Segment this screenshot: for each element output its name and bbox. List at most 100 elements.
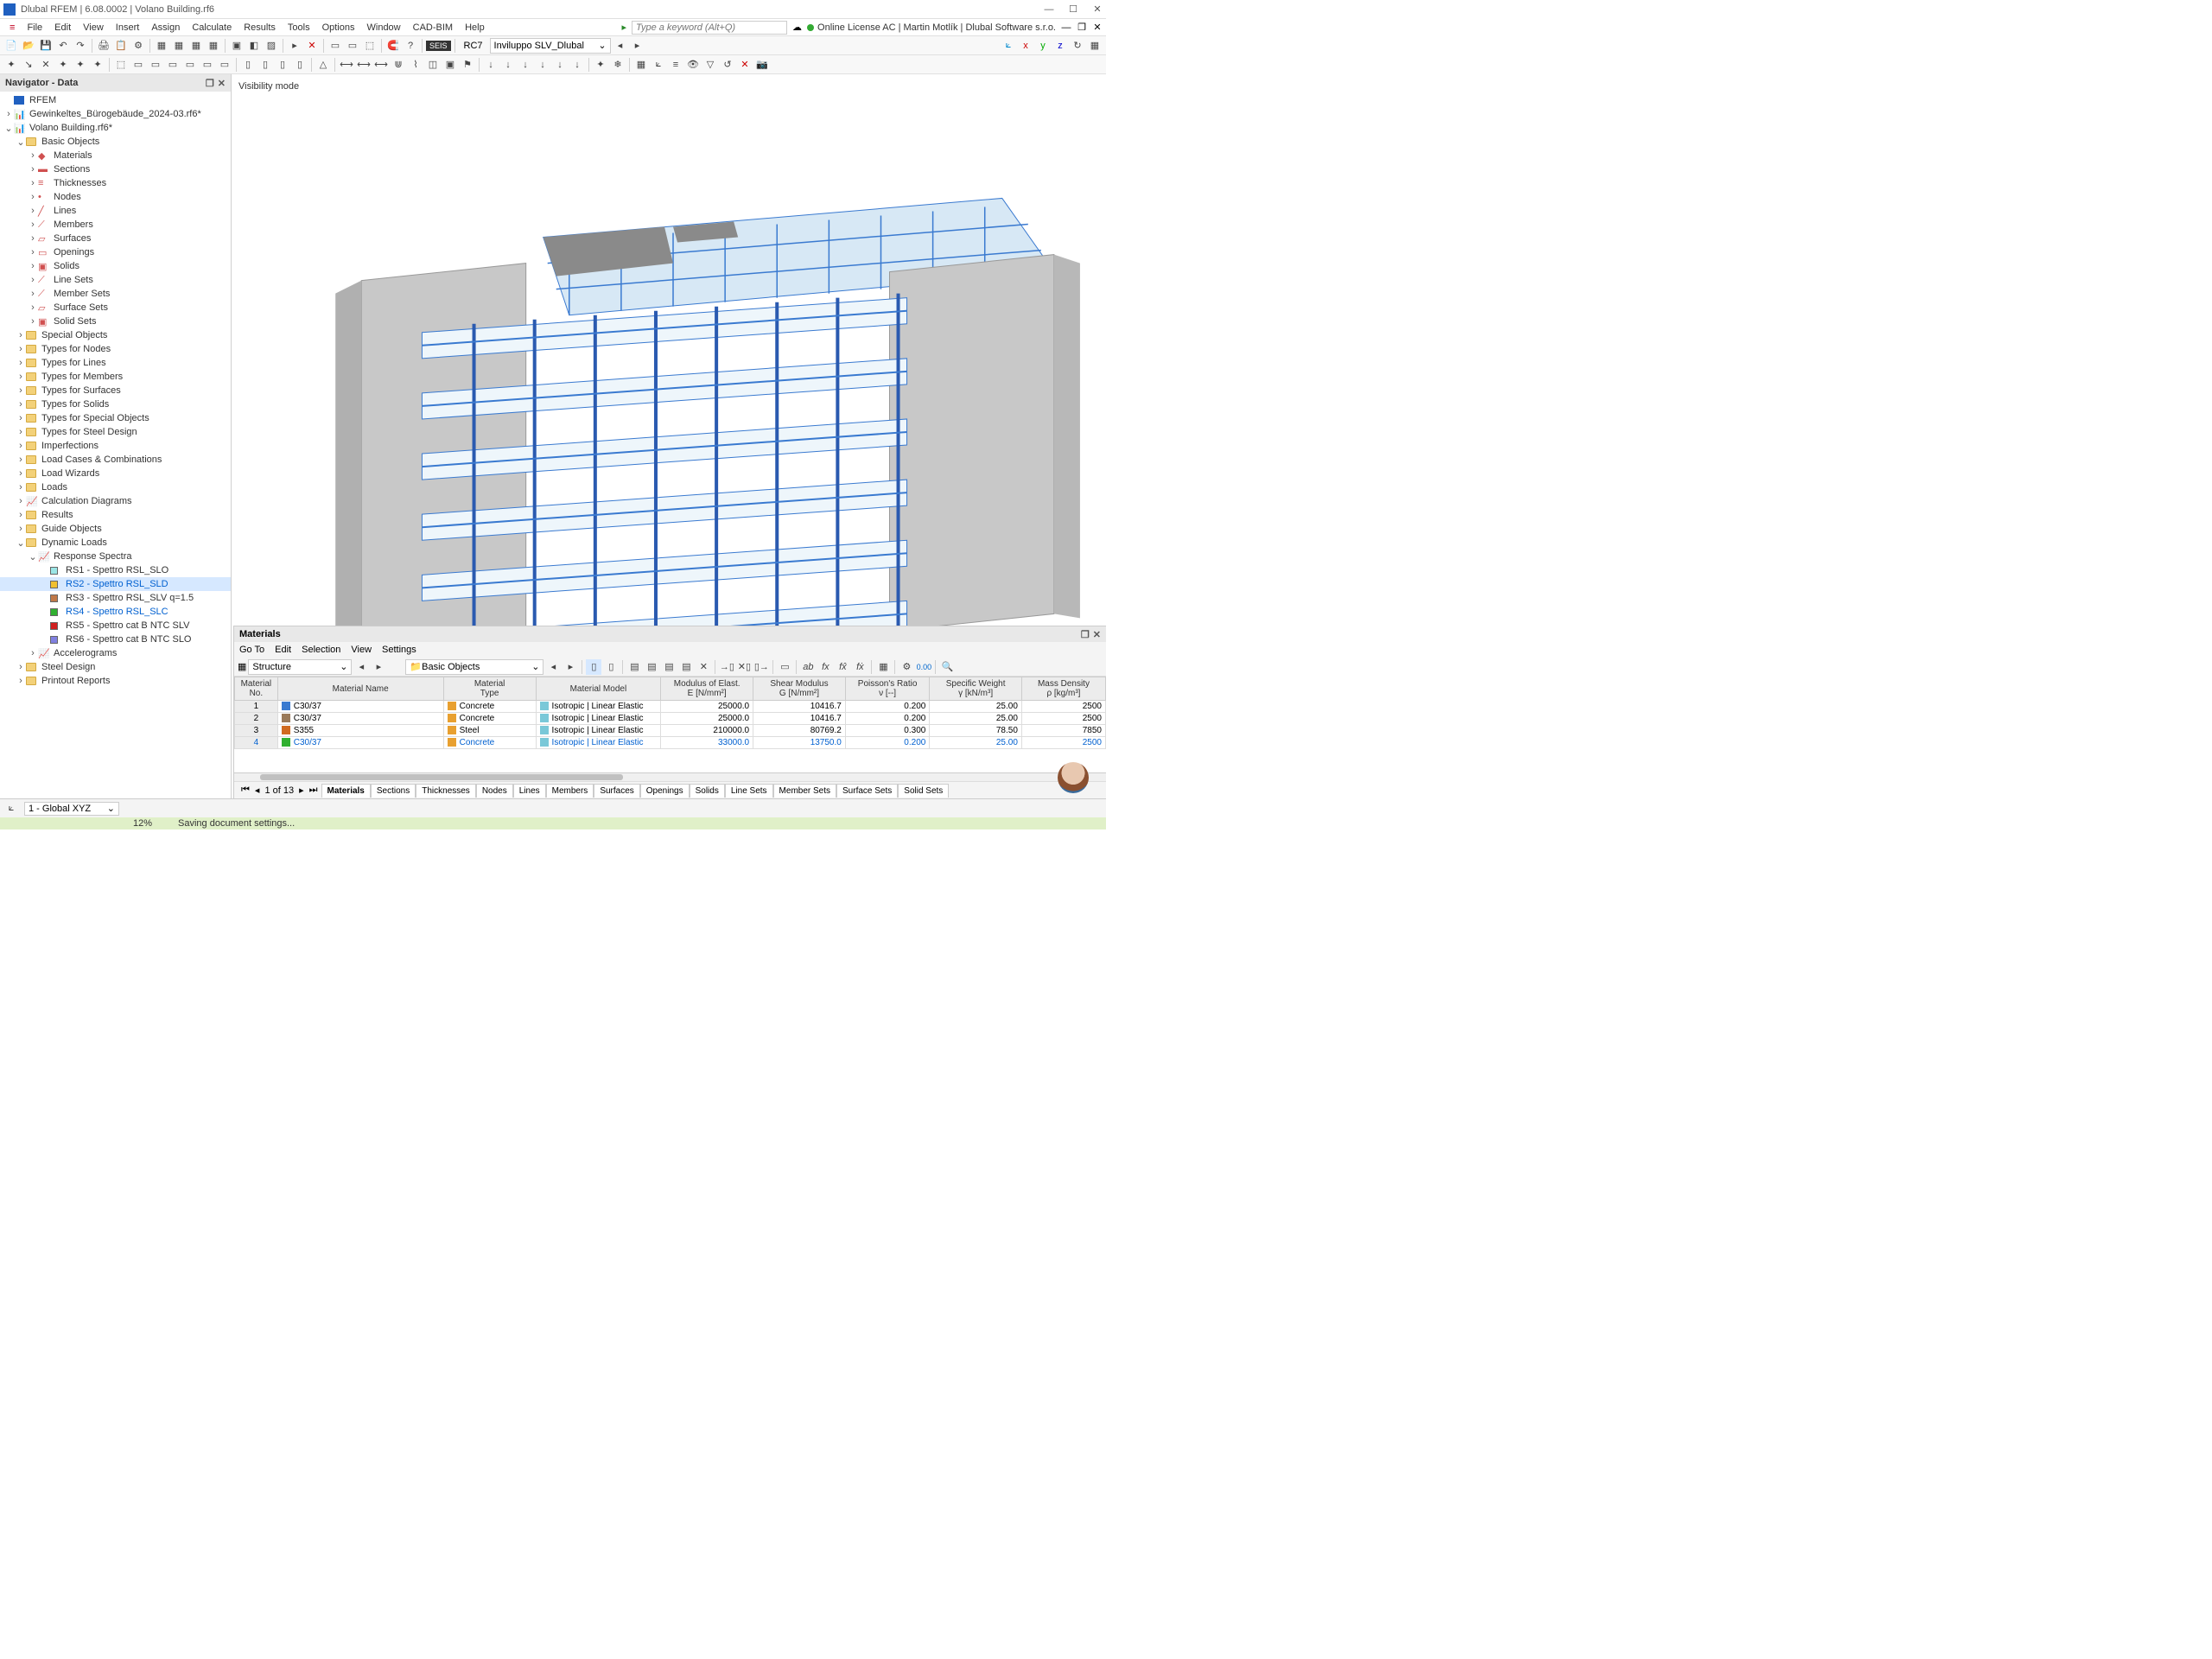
settings-icon[interactable]: ⚙ <box>130 38 146 54</box>
tool-a-icon[interactable]: ▭ <box>327 38 343 54</box>
t2-load5-icon[interactable]: ↓ <box>552 57 568 73</box>
tab-surfaces[interactable]: Surfaces <box>594 784 639 798</box>
t2-11-icon[interactable]: ▭ <box>182 57 198 73</box>
menu-help[interactable]: Help <box>459 21 491 35</box>
doc-close-icon[interactable]: ✕ <box>1092 22 1103 33</box>
tree-imperfections[interactable]: ›Imperfections <box>0 439 231 453</box>
t2-layers-icon[interactable]: ≡ <box>668 57 683 73</box>
panel-menu-selection[interactable]: Selection <box>302 645 340 655</box>
t2-14-icon[interactable]: ▯ <box>240 57 256 73</box>
panel-float-icon[interactable]: ❐ <box>206 78 214 89</box>
panel-menu-settings[interactable]: Settings <box>382 645 416 655</box>
tree-sections[interactable]: ›▬Sections <box>0 162 231 176</box>
grid2-icon[interactable]: ▦ <box>171 38 187 54</box>
tab-member-sets[interactable]: Member Sets <box>773 784 836 798</box>
t2-flag-icon[interactable]: ⚑ <box>460 57 475 73</box>
menu-edit[interactable]: Edit <box>48 21 77 35</box>
open-icon[interactable]: 📂 <box>21 38 36 54</box>
rc-combo[interactable]: Inviluppo SLV_Dlubal⌄ <box>490 38 611 54</box>
t2-prism-icon[interactable]: ▣ <box>442 57 458 73</box>
tree-volano-building-rf6-[interactable]: ⌄📊Volano Building.rf6* <box>0 121 231 135</box>
next-page-icon[interactable]: ▸ <box>299 785 304 796</box>
t2-wiz-icon[interactable]: ✦ <box>593 57 608 73</box>
panel-menu-view[interactable]: View <box>351 645 372 655</box>
tree-thicknesses[interactable]: ›≡Thicknesses <box>0 176 231 190</box>
tree-loads[interactable]: ›Loads <box>0 480 231 494</box>
redo-icon[interactable]: ↷ <box>73 38 88 54</box>
copy-icon[interactable]: 📋 <box>113 38 129 54</box>
next-icon[interactable]: ▸ <box>630 38 645 54</box>
bp-row1-icon[interactable]: ▤ <box>626 659 642 675</box>
tree-nodes[interactable]: ›•Nodes <box>0 190 231 204</box>
t2-03-icon[interactable]: ✕ <box>38 57 54 73</box>
tree-load-wizards[interactable]: ›Load Wizards <box>0 467 231 480</box>
t2-12-icon[interactable]: ▭ <box>200 57 215 73</box>
axis-xyz-icon[interactable]: ⟀ <box>1001 38 1016 54</box>
tab-surface-sets[interactable]: Surface Sets <box>836 784 898 798</box>
prev2-icon[interactable]: ◂ <box>545 659 561 675</box>
tab-solid-sets[interactable]: Solid Sets <box>898 784 949 798</box>
t2-load3-icon[interactable]: ↓ <box>518 57 533 73</box>
panel-close-icon[interactable]: ✕ <box>1093 629 1101 640</box>
bp-sel2-icon[interactable]: ▯ <box>603 659 619 675</box>
t2-vis-icon[interactable]: 👁 <box>685 57 701 73</box>
tree-printout-reports[interactable]: ›Printout Reports <box>0 674 231 688</box>
tab-thicknesses[interactable]: Thicknesses <box>416 784 476 798</box>
tree-basic-objects[interactable]: ⌄Basic Objects <box>0 135 231 149</box>
t2-load4-icon[interactable]: ↓ <box>535 57 550 73</box>
grid4-icon[interactable]: ▦ <box>206 38 221 54</box>
bp-win-icon[interactable]: ▭ <box>777 659 792 675</box>
t2-support-icon[interactable]: △ <box>315 57 331 73</box>
tree-types-for-nodes[interactable]: ›Types for Nodes <box>0 342 231 356</box>
menu-options[interactable]: Options <box>316 21 361 35</box>
tree-rs6-spettro-cat-b-ntc-slo[interactable]: RS6 - Spettro cat B NTC SLO <box>0 632 231 646</box>
doc-restore-icon[interactable]: ❐ <box>1077 22 1087 33</box>
t2-dim3-icon[interactable]: ⟷ <box>373 57 389 73</box>
bp-exp-icon[interactable]: ▯→ <box>753 659 769 675</box>
bp-fx1-icon[interactable]: ab <box>800 659 816 675</box>
menu-file[interactable]: File <box>21 21 48 35</box>
materials-table[interactable]: MaterialNo.Material NameMaterialTypeMate… <box>234 677 1106 772</box>
bp-unit-icon[interactable]: ⚙ <box>899 659 914 675</box>
magnet-icon[interactable]: 🧲 <box>385 38 401 54</box>
tree-materials[interactable]: ›◆Materials <box>0 149 231 162</box>
tree-rs3-spettro-rsl-slv-q-1-5[interactable]: RS3 - Spettro RSL_SLV q=1.5 <box>0 591 231 605</box>
axis-z-icon[interactable]: z <box>1052 38 1068 54</box>
tree-calculation-diagrams[interactable]: ›📈Calculation Diagrams <box>0 494 231 508</box>
bp-sel1-icon[interactable]: ▯ <box>586 659 601 675</box>
tree-openings[interactable]: ›▭Openings <box>0 245 231 259</box>
tab-nodes[interactable]: Nodes <box>476 784 513 798</box>
next2-icon[interactable]: ▸ <box>563 659 578 675</box>
t2-dim-icon[interactable]: ⟷ <box>339 57 354 73</box>
grid1-icon[interactable]: ▦ <box>154 38 169 54</box>
t2-del-icon[interactable]: ✕ <box>737 57 753 73</box>
bp-imp2-icon[interactable]: ✕▯ <box>736 659 752 675</box>
prev-page-icon[interactable]: ◂ <box>255 785 260 796</box>
tree-types-for-lines[interactable]: ›Types for Lines <box>0 356 231 370</box>
cs-combo[interactable]: 1 - Global XYZ⌄ <box>24 802 119 816</box>
doc-minimize-icon[interactable]: — <box>1061 22 1071 33</box>
axis-y-icon[interactable]: y <box>1035 38 1051 54</box>
t2-13-icon[interactable]: ▭ <box>217 57 232 73</box>
seis-badge[interactable]: SEIS <box>426 41 451 51</box>
assistant-avatar[interactable] <box>1058 762 1089 793</box>
menu-view[interactable]: View <box>77 21 110 35</box>
tree-accelerograms[interactable]: ›📈Accelerograms <box>0 646 231 660</box>
tool-c-icon[interactable]: ⬚ <box>362 38 378 54</box>
t2-load1-icon[interactable]: ↓ <box>483 57 499 73</box>
tab-lines[interactable]: Lines <box>513 784 546 798</box>
cs-icon[interactable]: ⟀ <box>3 801 19 817</box>
bp-fx2-icon[interactable]: fx <box>817 659 833 675</box>
bp-search-icon[interactable]: 🔍 <box>939 659 955 675</box>
t2-01-icon[interactable]: ✦ <box>3 57 19 73</box>
maximize-icon[interactable]: ☐ <box>1068 3 1078 15</box>
tree-members[interactable]: ›⟋Members <box>0 218 231 232</box>
t2-snow-icon[interactable]: ❄ <box>610 57 626 73</box>
grid3-icon[interactable]: ▦ <box>188 38 204 54</box>
logo-icon[interactable]: ≡ <box>3 21 21 35</box>
tree-solid-sets[interactable]: ›▣Solid Sets <box>0 315 231 328</box>
t2-load6-icon[interactable]: ↓ <box>569 57 585 73</box>
t2-02-icon[interactable]: ↘ <box>21 57 36 73</box>
t2-filter-icon[interactable]: ▽ <box>702 57 718 73</box>
bp-fx4-icon[interactable]: fẋ <box>852 659 868 675</box>
